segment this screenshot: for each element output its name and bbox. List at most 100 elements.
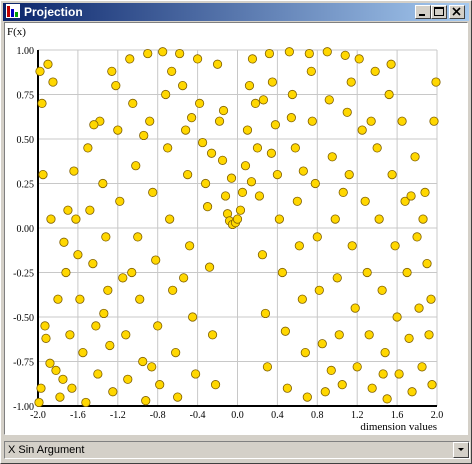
data-point [307,116,317,126]
data-point [43,59,53,69]
chart-app-icon [6,4,20,18]
x-tick-label: -0.4 [190,410,206,421]
data-point [40,321,50,331]
data-point [48,77,58,87]
data-point [165,214,175,224]
x-tick-label: 1.2 [351,410,364,421]
data-point [332,273,342,283]
data-point [310,178,320,189]
data-point [300,347,310,358]
dropdown-button[interactable] [453,442,469,458]
data-point [204,262,215,272]
data-point [131,161,141,171]
data-point [118,273,128,283]
data-point [418,214,428,224]
data-point [429,116,439,126]
data-point [58,374,68,384]
data-point [113,125,123,135]
data-point [218,105,229,116]
data-point [314,285,324,295]
y-tick-label: 0.50 [17,135,35,146]
scatter-plot: 1.000.750.500.250.00-0.25-0.50-0.75-1.00… [7,26,444,433]
data-point [191,369,201,379]
data-point [167,66,177,76]
x-tick-label: 0.0 [231,410,244,421]
data-point [422,259,432,269]
data-point [46,214,56,224]
data-point [380,347,390,358]
data-point [242,125,253,135]
plot-area[interactable]: 1.00 0.75 0.50 0.25 0.00 -0.25 -0.50 -0.75 -1.00… [4,22,468,435]
data-point [346,77,356,87]
data-point [207,330,218,340]
data-point [202,202,213,212]
data-point [206,148,217,158]
x-tick-label: 1.6 [391,410,404,421]
data-point [360,196,370,206]
data-point [266,148,277,158]
data-point [111,80,121,91]
title-bar[interactable]: Projection [3,3,469,21]
data-point [286,113,296,123]
data-point [71,214,81,224]
data-point [270,120,281,130]
data-point [394,369,404,379]
data-point [55,392,65,402]
data-point [317,339,327,349]
data-point [258,95,269,105]
data-point [145,116,155,126]
minimize-button[interactable] [415,5,431,19]
data-point [284,47,294,57]
data-point [67,383,77,393]
maximize-icon [434,7,444,16]
close-button[interactable] [449,5,465,19]
data-point [378,369,388,379]
data-point [135,294,145,304]
x-tick-label: 2.0 [431,410,444,421]
data-point [37,98,47,109]
data-point [357,125,367,135]
chevron-down-icon [458,448,464,451]
data-point [139,130,149,141]
data-point [366,116,376,126]
data-point [151,255,161,265]
data-point [282,383,292,393]
data-point [414,303,424,313]
data-point [350,303,360,313]
data-point [382,394,392,404]
data-point [63,205,73,215]
data-point [347,241,357,251]
data-point [431,77,441,87]
y-tick-label: -0.25 [13,269,34,280]
data-point [312,232,322,242]
data-point [298,166,308,176]
data-point [128,98,138,109]
data-point [247,54,258,64]
minimize-icon [419,14,425,16]
maximize-button[interactable] [431,5,447,19]
y-tick-label: 0.25 [17,180,35,191]
data-point [420,187,430,197]
data-point [217,155,228,165]
data-point [297,294,307,304]
data-point [83,143,93,153]
data-point [127,267,137,278]
data-point [370,66,380,76]
data-point [175,48,185,59]
data-point [344,170,354,180]
data-point [410,152,420,162]
data-point [193,54,203,64]
data-point [65,330,75,340]
data-point [327,152,337,162]
y-tick-label: -0.50 [13,313,34,324]
data-point [171,347,181,358]
data-point [41,333,51,343]
data-point [158,47,168,57]
data-point [322,47,332,57]
projection-select[interactable]: X Sin Argument [4,441,470,459]
projection-select-value: X Sin Argument [8,444,85,456]
data-point [402,267,412,278]
data-point [197,137,208,148]
data-point [153,321,163,331]
data-point [210,380,221,390]
